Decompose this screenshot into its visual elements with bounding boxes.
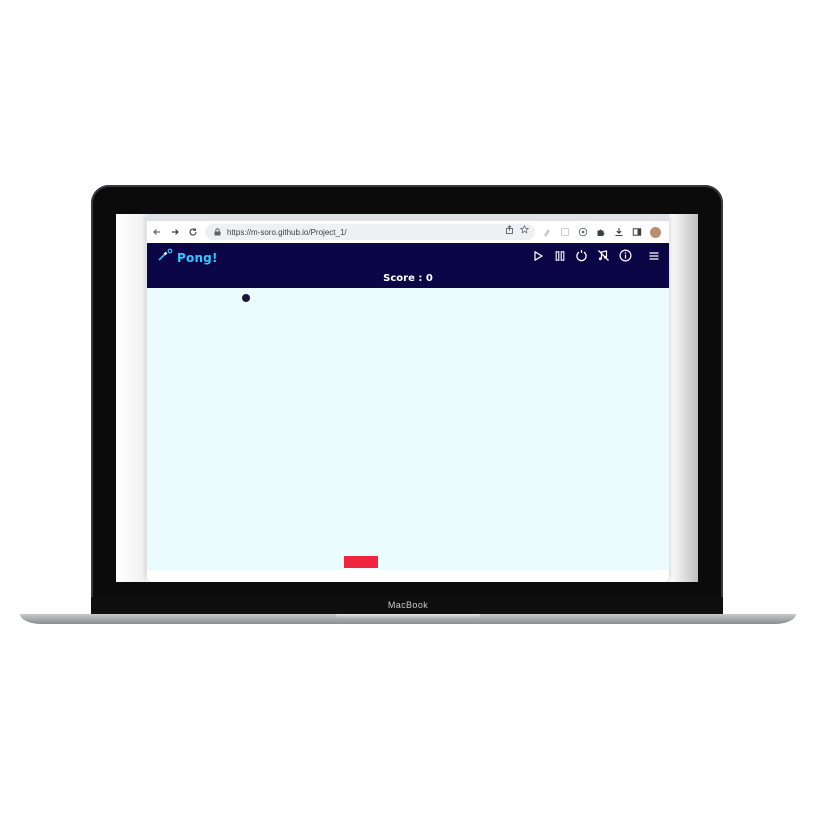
browser-toolbar: https://m-soro.github.io/Project_1/ bbox=[147, 221, 669, 243]
pong-page: Pong! Score: 0 bbox=[147, 243, 669, 582]
app-title: Pong! bbox=[177, 250, 218, 265]
kebab-menu-icon[interactable] bbox=[667, 226, 669, 238]
info-icon[interactable] bbox=[618, 248, 633, 263]
pong-ball bbox=[242, 294, 250, 302]
brand[interactable]: Pong! bbox=[157, 248, 218, 267]
desktop-right-shadow bbox=[670, 214, 698, 582]
browser-window: https://m-soro.github.io/Project_1/ Pong… bbox=[147, 214, 669, 582]
player-paddle[interactable] bbox=[344, 556, 378, 568]
mute-icon[interactable] bbox=[596, 248, 611, 263]
pause-icon[interactable] bbox=[552, 248, 567, 263]
url-text: https://m-soro.github.io/Project_1/ bbox=[227, 227, 347, 237]
side-panel-icon[interactable] bbox=[631, 226, 643, 238]
extension-icon[interactable] bbox=[577, 226, 589, 238]
share-icon[interactable] bbox=[505, 225, 514, 236]
score-display: Score : 0 bbox=[383, 273, 433, 284]
restart-icon[interactable] bbox=[574, 248, 589, 263]
desktop-left bbox=[116, 214, 146, 582]
menu-icon[interactable] bbox=[646, 248, 661, 263]
play-icon[interactable] bbox=[530, 248, 545, 263]
game-controls bbox=[530, 248, 661, 263]
tab-strip bbox=[147, 214, 669, 221]
page-bottom-strip bbox=[147, 570, 669, 582]
address-bar[interactable]: https://m-soro.github.io/Project_1/ bbox=[205, 224, 535, 240]
omnibox-actions bbox=[505, 224, 530, 236]
extension-icon[interactable] bbox=[541, 226, 553, 238]
laptop-notch bbox=[336, 614, 480, 619]
back-icon[interactable] bbox=[149, 224, 165, 240]
extension-icon[interactable] bbox=[559, 226, 571, 238]
extensions-area bbox=[541, 224, 669, 240]
app-header: Pong! Score: 0 bbox=[147, 243, 669, 288]
device-label: MacBook bbox=[387, 600, 429, 610]
star-icon[interactable] bbox=[519, 224, 530, 236]
ping-pong-paddle-icon bbox=[157, 248, 173, 267]
puzzle-icon[interactable] bbox=[595, 226, 607, 238]
reload-icon[interactable] bbox=[185, 224, 201, 240]
laptop-screen: https://m-soro.github.io/Project_1/ Pong… bbox=[116, 214, 698, 582]
download-icon[interactable] bbox=[613, 226, 625, 238]
profile-avatar[interactable] bbox=[649, 226, 661, 238]
forward-icon[interactable] bbox=[167, 224, 183, 240]
laptop-mockup: https://m-soro.github.io/Project_1/ Pong… bbox=[0, 0, 816, 816]
lock-icon bbox=[211, 228, 223, 236]
